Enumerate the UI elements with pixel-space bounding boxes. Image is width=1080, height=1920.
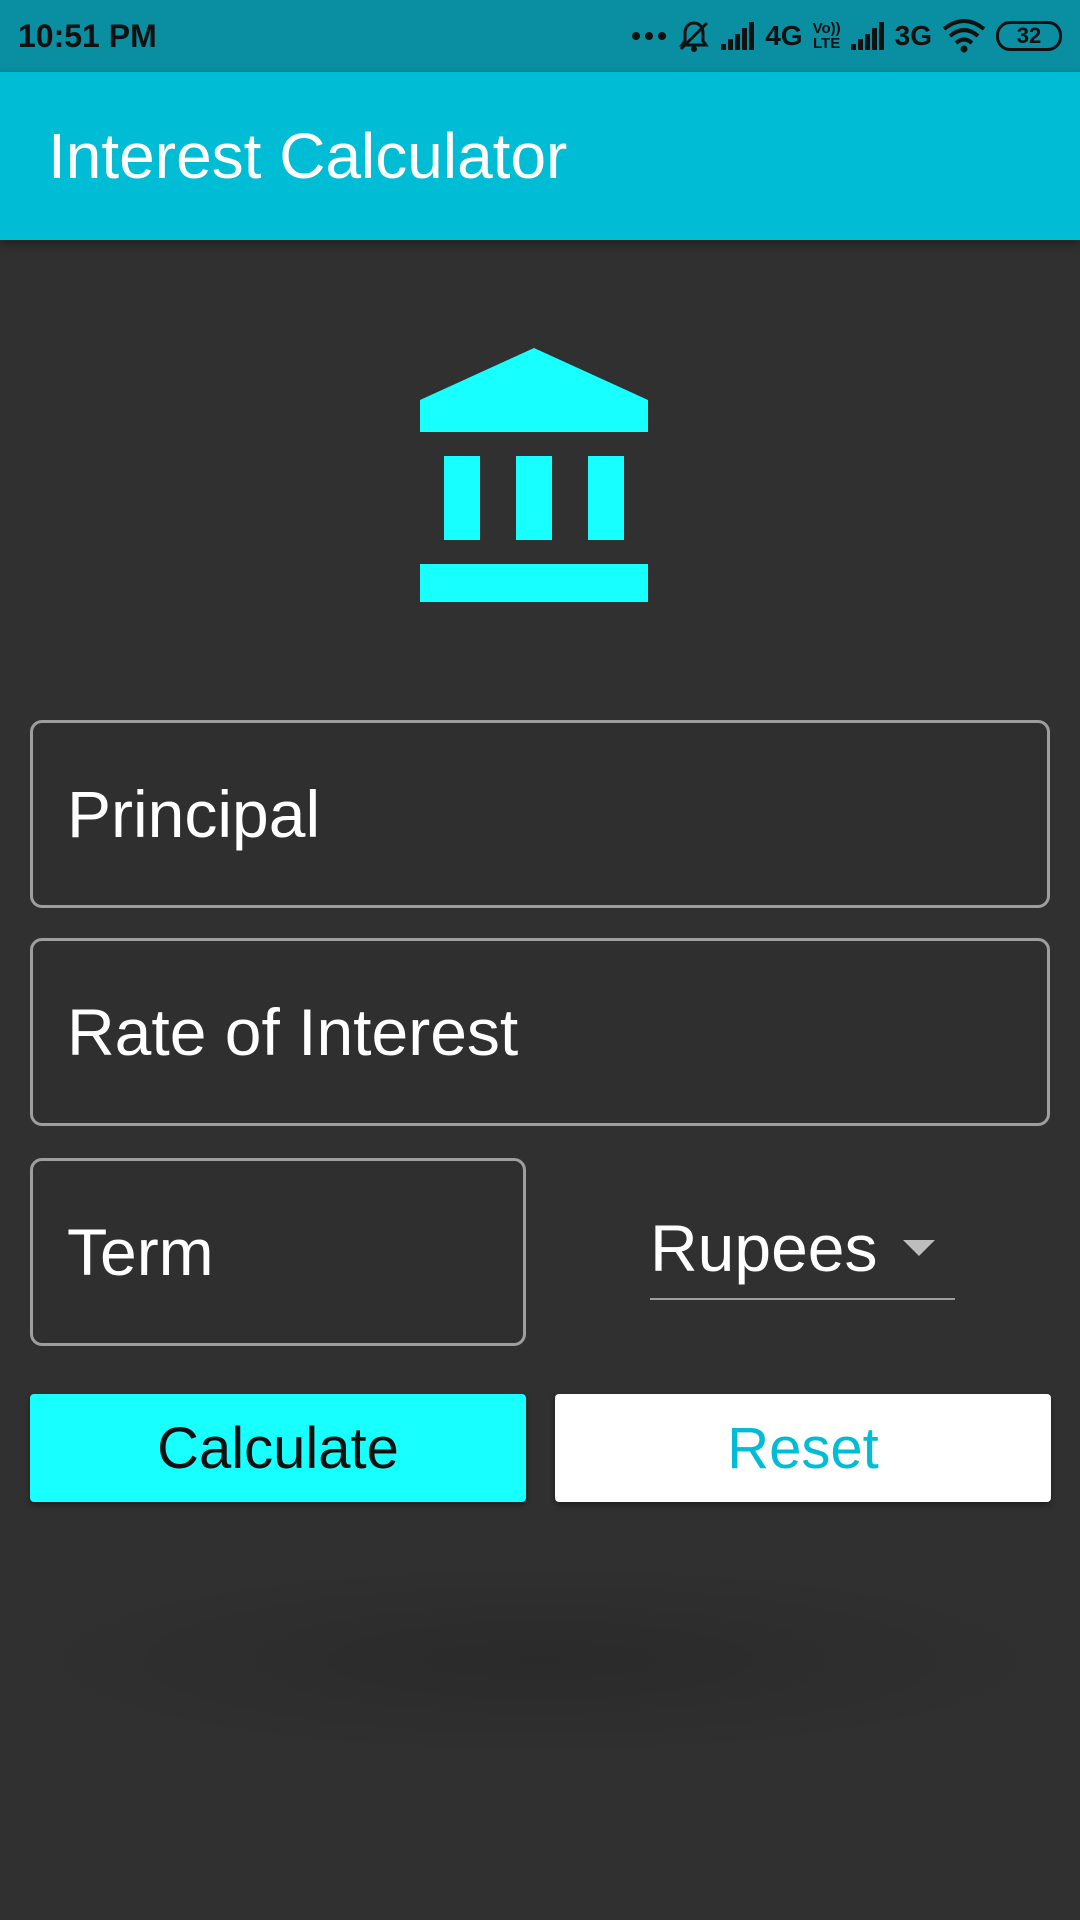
app-title: Interest Calculator [48,120,568,192]
status-time: 10:51 PM [18,17,157,54]
bank-icon [420,348,648,602]
more-dots-icon [632,32,667,40]
network-type-1: 4G [765,20,803,51]
currency-dropdown[interactable]: Rupees [650,1198,955,1300]
signal-icon-2 [850,22,884,50]
dropdown-arrow-icon [903,1240,935,1256]
wifi-icon [942,19,986,53]
rate-of-interest-input[interactable] [67,941,1047,1123]
status-bar: 10:51 PM 4G Vo)) LTE 3G 32 [0,0,1080,72]
volte-indicator: Vo)) LTE [812,20,841,52]
battery-icon: 32 [996,21,1062,51]
network-type-2: 3G [894,20,932,51]
signal-icon-1 [721,22,755,50]
reset-button[interactable]: Reset [555,1394,1051,1502]
status-icons: 4G Vo)) LTE 3G 32 [631,19,1062,53]
principal-field[interactable] [30,720,1050,908]
currency-selected-value: Rupees [650,1211,878,1285]
calculate-button[interactable]: Calculate [30,1394,526,1502]
principal-input[interactable] [67,723,1047,905]
background-watermark [0,1560,1080,1760]
bell-muted-icon [679,21,710,52]
rate-of-interest-field[interactable] [30,938,1050,1126]
term-input[interactable] [67,1161,523,1343]
app-bar: Interest Calculator [0,72,1080,240]
battery-level: 32 [1016,23,1042,48]
term-field[interactable] [30,1158,526,1346]
